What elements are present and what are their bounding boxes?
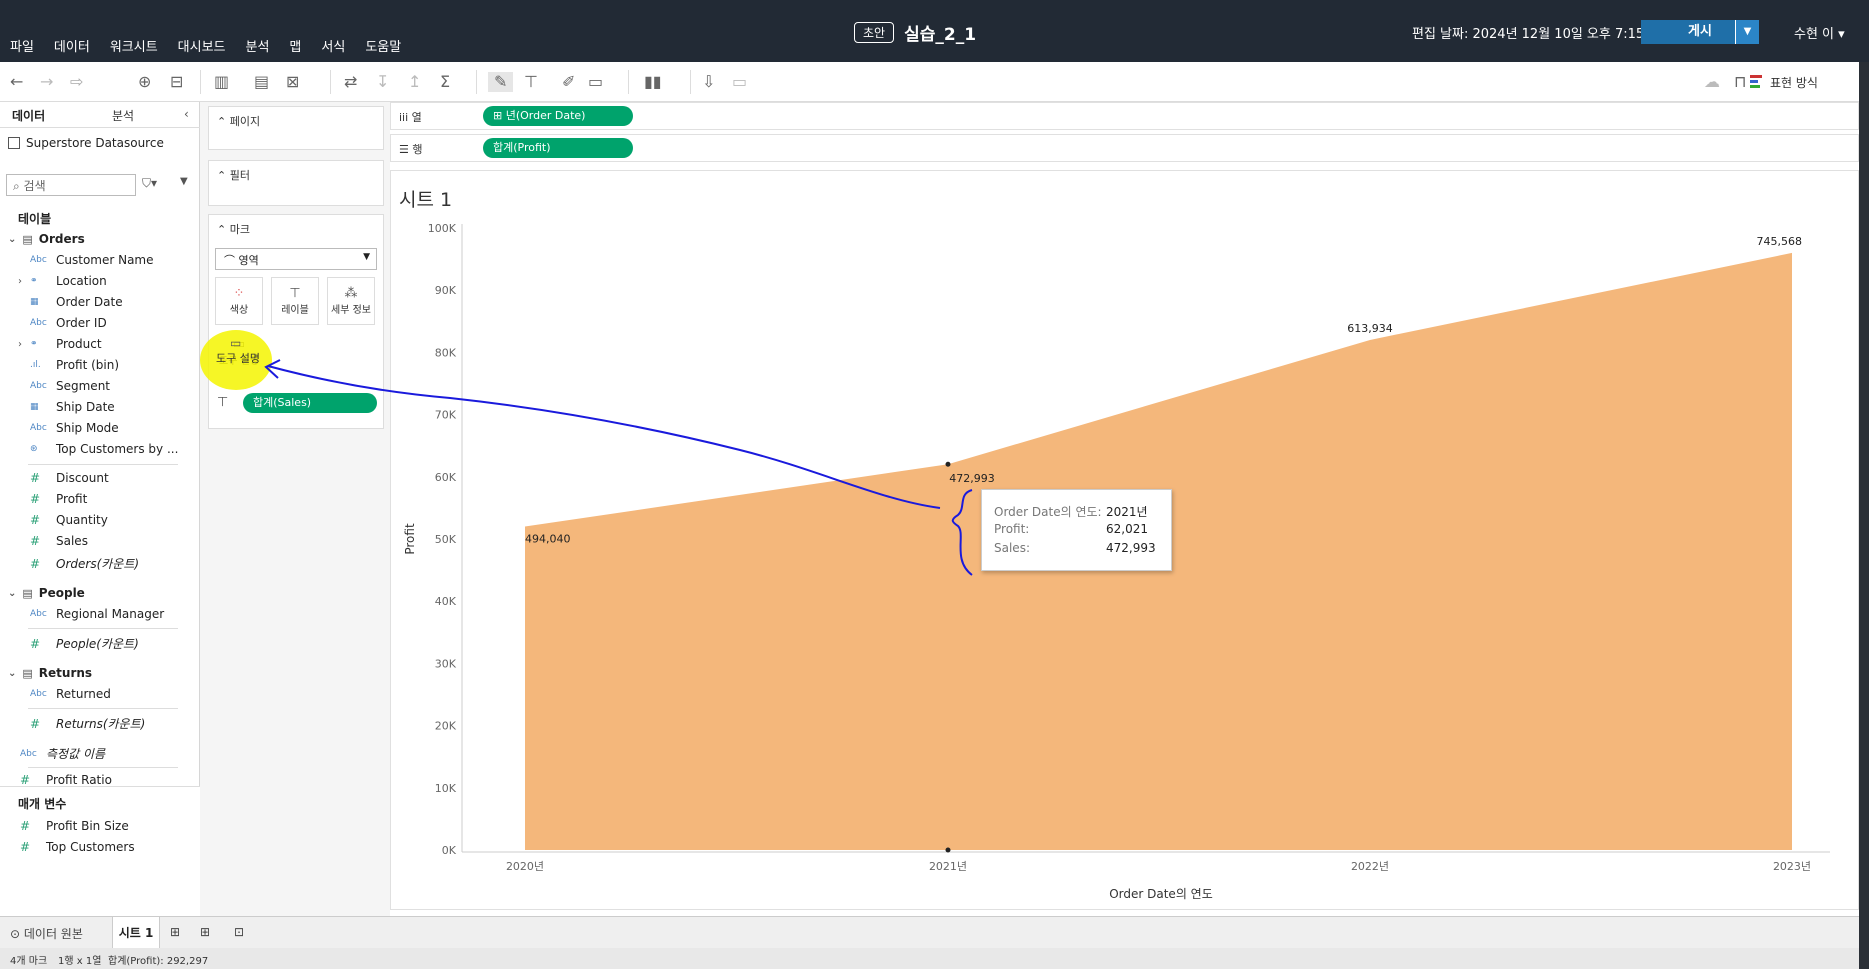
status-bar: 4개 마크 1행 x 1열 합계(Profit): 292,297 — [0, 948, 1869, 969]
tooltip-icon: ▭ — [230, 336, 242, 350]
sheet-tab-active[interactable]: 시트 1 — [112, 917, 160, 949]
sheet-tabs-bar: ⊙ 데이터 원본 시트 1 ⊞ ⊞ ⊡ — [0, 916, 1869, 949]
annotation-overlay — [200, 330, 973, 576]
status-grid: 1행 x 1열 — [58, 956, 102, 967]
tooltip-button-label-overlay[interactable]: 도구 설명 — [210, 350, 266, 366]
status-marks: 4개 마크 — [10, 956, 48, 967]
window-edge — [1859, 62, 1869, 969]
new-story-tab-icon[interactable]: ⊡ — [234, 925, 244, 939]
new-worksheet-tab-icon[interactable]: ⊞ — [170, 925, 180, 939]
tableau-window: 파일 데이터 워크시트 대시보드 분석 맵 서식 도움말 초안 실습_2_1 편… — [0, 0, 1869, 969]
new-dashboard-tab-icon[interactable]: ⊞ — [200, 925, 210, 939]
datasource-tab[interactable]: ⊙ 데이터 원본 — [10, 925, 83, 942]
status-sum: 합계(Profit): 292,297 — [108, 956, 209, 967]
annotation-brace — [951, 489, 973, 576]
annotation-arrow — [267, 365, 941, 509]
